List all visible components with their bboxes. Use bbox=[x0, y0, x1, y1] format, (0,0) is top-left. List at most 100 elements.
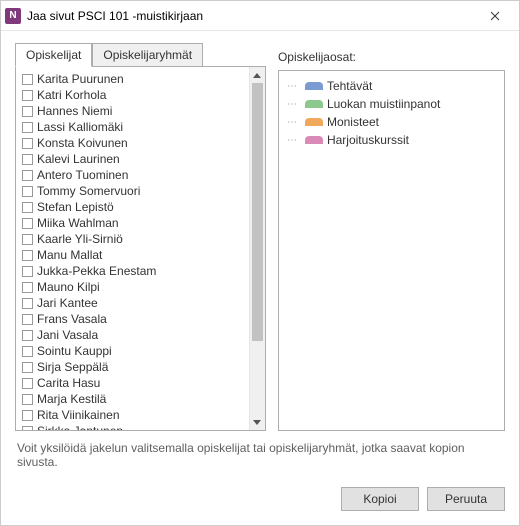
list-item[interactable]: Lassi Kalliomäki bbox=[18, 119, 247, 135]
scroll-up-button[interactable] bbox=[250, 67, 265, 83]
list-item[interactable]: Antero Tuominen bbox=[18, 167, 247, 183]
student-checkbox[interactable] bbox=[22, 202, 33, 213]
list-item[interactable]: Jukka-Pekka Enestam bbox=[18, 263, 247, 279]
student-checkbox[interactable] bbox=[22, 234, 33, 245]
student-name: Lassi Kalliomäki bbox=[37, 120, 123, 134]
student-checkbox[interactable] bbox=[22, 218, 33, 229]
student-name: Stefan Lepistö bbox=[37, 200, 114, 214]
student-checkbox[interactable] bbox=[22, 138, 33, 149]
close-button[interactable] bbox=[475, 2, 515, 30]
list-item[interactable]: Sointu Kauppi bbox=[18, 343, 247, 359]
students-listbox: Karita PuurunenKatri Korhola Hannes Niemi… bbox=[15, 66, 266, 431]
left-column: Opiskelijat Opiskelijaryhmät Karita Puur… bbox=[15, 43, 266, 431]
student-name: Tommy Somervuori bbox=[37, 184, 140, 198]
student-name: Mauno Kilpi bbox=[37, 280, 100, 294]
student-checkbox[interactable] bbox=[22, 282, 33, 293]
cancel-button[interactable]: Peruuta bbox=[427, 487, 505, 511]
list-item[interactable]: Kalevi Laurinen bbox=[18, 151, 247, 167]
list-item[interactable]: Jari Kantee bbox=[18, 295, 247, 311]
list-item[interactable]: Katri Korhola bbox=[18, 87, 247, 103]
student-checkbox[interactable] bbox=[22, 426, 33, 431]
list-item[interactable]: Sirja Seppälä bbox=[18, 359, 247, 375]
student-checkbox[interactable] bbox=[22, 250, 33, 261]
tab-students-label: Opiskelijat bbox=[26, 48, 81, 62]
list-item[interactable]: Jani Vasala bbox=[18, 327, 247, 343]
list-item[interactable]: Hannes Niemi bbox=[18, 103, 247, 119]
section-item[interactable]: ⋯Luokan muistiinpanot bbox=[287, 95, 496, 113]
section-item[interactable]: ⋯Harjoituskurssit bbox=[287, 131, 496, 149]
section-item[interactable]: ⋯Monisteet bbox=[287, 113, 496, 131]
student-name: Carita Hasu bbox=[37, 376, 100, 390]
student-checkbox[interactable] bbox=[22, 314, 33, 325]
titlebar: N Jaa sivut PSCI 101 -muistikirjaan bbox=[1, 1, 519, 31]
copy-button-label: Kopioi bbox=[363, 492, 396, 506]
list-item[interactable]: Karita Puurunen bbox=[18, 71, 247, 87]
student-checkbox[interactable] bbox=[22, 74, 33, 85]
student-name: Manu Mallat bbox=[37, 248, 102, 262]
list-item[interactable]: Kaarle Yli-Sirniö bbox=[18, 231, 247, 247]
students-list[interactable]: Karita PuurunenKatri Korhola Hannes Niemi… bbox=[16, 67, 249, 430]
student-checkbox[interactable] bbox=[22, 346, 33, 357]
help-text: Voit yksilöidä jakelun valitsemalla opis… bbox=[15, 431, 505, 479]
list-item[interactable]: Sirkka Jantunen bbox=[18, 423, 247, 430]
chevron-up-icon bbox=[253, 73, 261, 78]
scroll-down-button[interactable] bbox=[250, 414, 265, 430]
student-name: Miika Wahlman bbox=[37, 216, 119, 230]
button-row: Kopioi Peruuta bbox=[1, 487, 519, 525]
tab-groups[interactable]: Opiskelijaryhmät bbox=[92, 43, 203, 67]
chevron-down-icon bbox=[253, 420, 261, 425]
student-name: Marja Kestilä bbox=[37, 392, 106, 406]
list-item[interactable]: Konsta Koivunen bbox=[18, 135, 247, 151]
list-item[interactable]: Marja Kestilä bbox=[18, 391, 247, 407]
section-tab-icon bbox=[305, 82, 323, 90]
student-checkbox[interactable] bbox=[22, 106, 33, 117]
sections-tree[interactable]: ⋯Tehtävät⋯Luokan muistiinpanot⋯Monisteet… bbox=[278, 70, 505, 431]
right-column: Opiskelijaosat: ⋯Tehtävät⋯Luokan muistii… bbox=[278, 43, 505, 431]
student-checkbox[interactable] bbox=[22, 170, 33, 181]
student-checkbox[interactable] bbox=[22, 90, 33, 101]
student-name: Katri Korhola bbox=[37, 88, 106, 102]
student-checkbox[interactable] bbox=[22, 362, 33, 373]
list-item[interactable]: Rita Viinikainen bbox=[18, 407, 247, 423]
tab-students[interactable]: Opiskelijat bbox=[15, 43, 92, 67]
scroll-thumb[interactable] bbox=[252, 83, 263, 341]
student-name: Antero Tuominen bbox=[37, 168, 128, 182]
tree-connector-icon: ⋯ bbox=[287, 81, 301, 92]
student-name: Konsta Koivunen bbox=[37, 136, 128, 150]
student-name: Kaarle Yli-Sirniö bbox=[37, 232, 123, 246]
student-name: Rita Viinikainen bbox=[37, 408, 120, 422]
list-item[interactable]: Stefan Lepistö bbox=[18, 199, 247, 215]
student-checkbox[interactable] bbox=[22, 394, 33, 405]
student-checkbox[interactable] bbox=[22, 410, 33, 421]
student-checkbox[interactable] bbox=[22, 186, 33, 197]
student-name: Hannes Niemi bbox=[37, 104, 112, 118]
student-name: Sirkka Jantunen bbox=[37, 424, 123, 430]
student-name: Jani Vasala bbox=[37, 328, 98, 342]
section-label: Monisteet bbox=[327, 115, 379, 129]
list-item[interactable]: Carita Hasu bbox=[18, 375, 247, 391]
scroll-track[interactable] bbox=[250, 83, 265, 414]
list-item[interactable]: Manu Mallat bbox=[18, 247, 247, 263]
list-item[interactable]: Miika Wahlman bbox=[18, 215, 247, 231]
tab-strip: Opiskelijat Opiskelijaryhmät bbox=[15, 43, 266, 67]
student-checkbox[interactable] bbox=[22, 154, 33, 165]
dialog-window: N Jaa sivut PSCI 101 -muistikirjaan Opis… bbox=[0, 0, 520, 526]
student-checkbox[interactable] bbox=[22, 378, 33, 389]
student-checkbox[interactable] bbox=[22, 330, 33, 341]
scrollbar[interactable] bbox=[249, 67, 265, 430]
section-label: Harjoituskurssit bbox=[327, 133, 409, 147]
list-item[interactable]: Tommy Somervuori bbox=[18, 183, 247, 199]
list-item[interactable]: Frans Vasala bbox=[18, 311, 247, 327]
section-tab-icon bbox=[305, 136, 323, 144]
copy-button[interactable]: Kopioi bbox=[341, 487, 419, 511]
student-checkbox[interactable] bbox=[22, 122, 33, 133]
student-name: Sointu Kauppi bbox=[37, 344, 112, 358]
section-item[interactable]: ⋯Tehtävät bbox=[287, 77, 496, 95]
list-item[interactable]: Mauno Kilpi bbox=[18, 279, 247, 295]
student-checkbox[interactable] bbox=[22, 266, 33, 277]
student-name: Jari Kantee bbox=[37, 296, 98, 310]
section-label: Luokan muistiinpanot bbox=[327, 97, 440, 111]
sections-label: Opiskelijaosat: bbox=[278, 46, 505, 70]
student-checkbox[interactable] bbox=[22, 298, 33, 309]
cancel-button-label: Peruuta bbox=[445, 492, 487, 506]
